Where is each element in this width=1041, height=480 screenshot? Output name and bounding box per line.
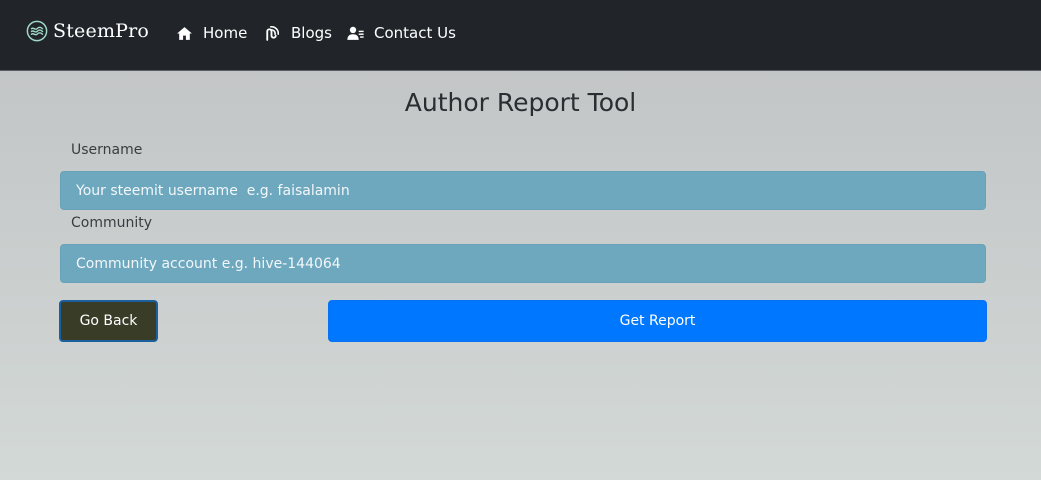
steem-logo-icon [26,20,48,42]
get-report-button[interactable]: Get Report [328,300,987,342]
community-label: Community [71,215,153,231]
nav-item-contact[interactable]: Contact Us [347,24,456,42]
go-back-button[interactable]: Go Back [59,300,158,342]
blog-icon [266,25,280,41]
top-navbar: SteemPro Home Blogs Contact Us [0,0,1041,71]
username-input[interactable] [60,171,986,210]
nav-item-home[interactable]: Home [176,24,247,42]
nav-item-contact-label: Contact Us [374,24,456,42]
contact-icon [347,26,364,40]
username-label: Username [71,142,143,158]
home-icon [177,26,192,40]
brand-name: SteemPro [53,20,150,42]
nav-item-home-label: Home [203,24,248,42]
community-input[interactable] [60,244,986,283]
page-title: Author Report Tool [404,88,637,117]
brand-link[interactable]: SteemPro [26,20,149,42]
nav-item-blogs[interactable]: Blogs [263,24,332,42]
nav-item-blogs-label: Blogs [291,24,332,42]
